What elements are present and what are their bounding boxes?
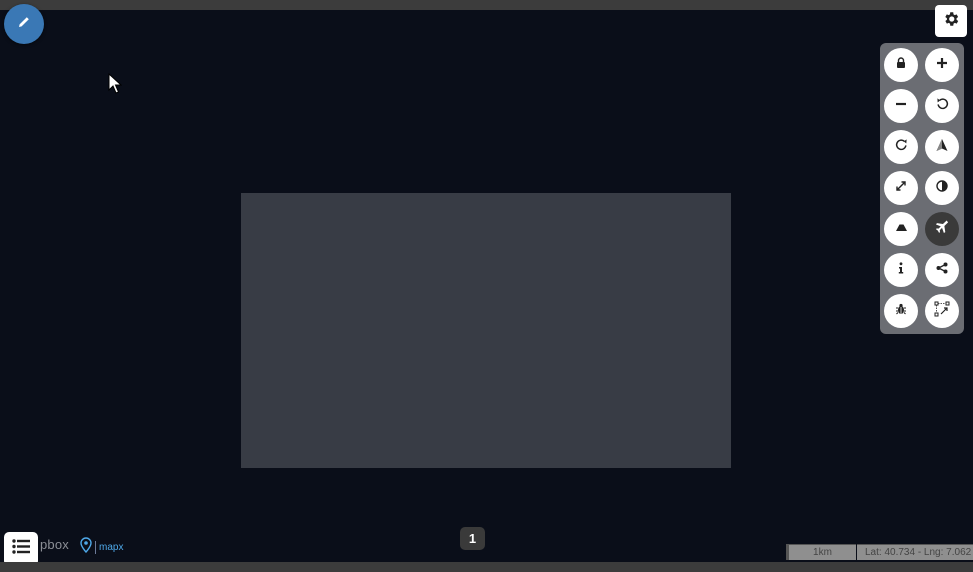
logo-divider: [95, 541, 96, 554]
info-icon: [896, 261, 906, 279]
page-number-badge[interactable]: 1: [460, 527, 485, 550]
fly-button[interactable]: [925, 212, 959, 246]
lock-icon: [895, 56, 907, 74]
debug-button[interactable]: [884, 294, 918, 328]
map-pin-icon: [80, 537, 92, 558]
coordinates-readout: Lat: 40.734 - Lng: 7.062: [857, 544, 973, 560]
map-tools-panel: [880, 43, 964, 334]
share-icon: [936, 261, 948, 279]
edit-button[interactable]: [4, 4, 44, 44]
plus-icon: [936, 56, 948, 74]
compass-arrow-icon: [935, 138, 949, 157]
mapx-brand-label: mapx: [99, 542, 124, 553]
settings-button[interactable]: [935, 5, 967, 37]
rotate-cw-icon: [895, 138, 908, 156]
zoom-out-button[interactable]: [884, 89, 918, 123]
airplane-icon: [935, 220, 949, 238]
lock-button[interactable]: [884, 48, 918, 82]
bbox-icon: [934, 301, 950, 322]
mapx-logo[interactable]: mapx: [80, 537, 123, 558]
share-button[interactable]: [925, 253, 959, 287]
mapbox-attribution[interactable]: pbox: [40, 537, 69, 552]
north-arrow-button[interactable]: [925, 130, 959, 164]
window-top-bar: [0, 0, 973, 10]
window-bottom-bar: [0, 562, 973, 572]
minus-icon: [895, 97, 907, 115]
rotate-ccw-icon: [936, 97, 949, 115]
list-icon: [12, 539, 30, 559]
bug-icon: [895, 302, 907, 320]
map-overlay-rectangle: [241, 193, 731, 468]
mountain-icon: [895, 220, 908, 238]
rotate-right-button[interactable]: [884, 130, 918, 164]
contrast-icon: [936, 179, 948, 197]
zoom-in-button[interactable]: [925, 48, 959, 82]
theme-toggle-button[interactable]: [925, 171, 959, 205]
layers-list-button[interactable]: [4, 532, 38, 566]
bbox-button[interactable]: [925, 294, 959, 328]
rotate-left-button[interactable]: [925, 89, 959, 123]
fullscreen-button[interactable]: [884, 171, 918, 205]
scale-bar: 1km: [786, 544, 856, 560]
terrain-button[interactable]: [884, 212, 918, 246]
pencil-icon: [16, 14, 32, 35]
expand-icon: [895, 179, 907, 197]
gear-icon: [942, 10, 960, 33]
info-button[interactable]: [884, 253, 918, 287]
mouse-cursor-icon: [108, 72, 123, 100]
